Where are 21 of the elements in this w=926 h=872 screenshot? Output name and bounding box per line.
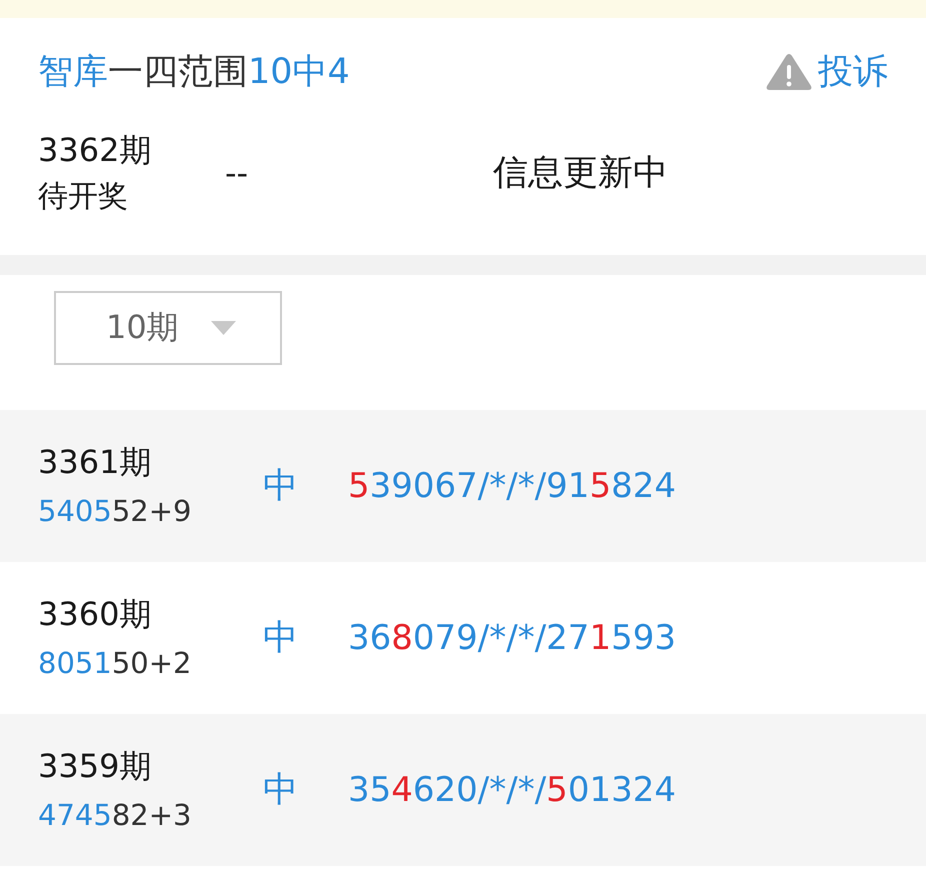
draw-result: --: [225, 153, 250, 194]
verdict-label: 中: [263, 465, 299, 508]
period-number: 3359期: [38, 746, 152, 786]
warning-icon: [766, 53, 812, 91]
caret-icon: [210, 321, 236, 335]
verdict-label: 中: [263, 769, 299, 812]
draw-code: 540552+9: [38, 492, 192, 530]
status-message: 信息更新中: [493, 152, 669, 195]
verdict-label: 中: [263, 617, 299, 660]
period-number: 3362期: [38, 130, 152, 171]
prediction-numbers: 368079/*/*/271593: [348, 617, 677, 660]
draw-code: 474582+3: [38, 796, 192, 834]
period-number: 3361期: [38, 442, 152, 482]
prediction-numbers: 539067/*/*/915824: [348, 465, 677, 508]
prediction-numbers: 354620/*/*/501324: [348, 769, 677, 812]
period-number: 3360期: [38, 594, 152, 634]
complaint-link[interactable]: 投诉: [766, 48, 888, 96]
draw-code: 805150+2: [38, 644, 192, 682]
page-title: 智库一四范围10中4: [38, 51, 350, 94]
period-dropdown[interactable]: 10期: [54, 291, 282, 365]
draw-status: 待开奖: [38, 178, 129, 216]
